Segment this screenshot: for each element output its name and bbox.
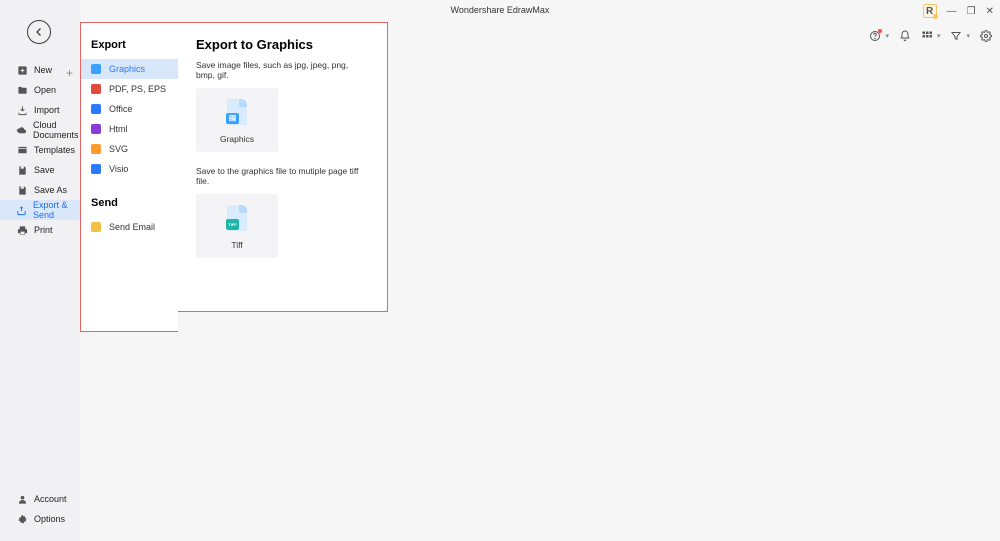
export-item-pdf[interactable]: PDF, PS, EPS [81,79,178,99]
settings-gear-icon[interactable] [980,30,992,42]
export-heading: Export [81,35,178,59]
html-icon [91,124,101,134]
sidebar-item-label: Templates [34,145,75,155]
sidebar-item-templates[interactable]: Templates [0,140,80,160]
cloud-icon [16,124,27,136]
chevron-down-icon[interactable]: ▾ [966,32,970,40]
sidebar-item-label: Save As [34,185,67,195]
export-item-visio[interactable]: Visio [81,159,178,179]
export-item-label: Send Email [109,222,155,232]
chevron-down-icon[interactable]: ▾ [885,32,889,40]
chevron-down-icon[interactable]: ▾ [937,32,941,40]
app-title: Wondershare EdrawMax [451,5,550,15]
export-item-label: Office [109,104,132,114]
export-item-label: Html [109,124,128,134]
sidebar-item-saveas[interactable]: Save As [0,180,80,200]
visio-icon [91,164,101,174]
export-content: Export to Graphics Save image files, suc… [178,22,388,312]
help-icon[interactable] [869,30,881,42]
card-label: Tiff [196,240,278,250]
content-desc: Save image files, such as jpg, jpeg, png… [196,60,369,80]
export-icon [16,204,27,216]
save-icon [16,164,28,176]
export-item-office[interactable]: Office [81,99,178,119]
content-title: Export to Graphics [196,37,369,52]
export-item-label: Visio [109,164,128,174]
sidebar-item-save[interactable]: Save [0,160,80,180]
sidebar-item-cloud[interactable]: Cloud Documents [0,120,80,140]
export-submenu: Export Graphics PDF, PS, EPS Office Html… [80,22,178,332]
template-icon [16,144,28,156]
pdf-icon [91,84,101,94]
export-item-html[interactable]: Html [81,119,178,139]
sidebar-item-label: Export & Send [33,200,80,220]
close-button[interactable]: ✕ [986,6,994,17]
print-icon [16,224,28,236]
sidebar-item-open[interactable]: Open [0,80,80,100]
import-icon [16,104,28,116]
tiff-file-icon: TIFF [223,204,251,232]
folder-icon [16,84,28,96]
plus-square-icon [16,64,28,76]
title-bar: Wondershare EdrawMax R — ❐ ✕ [0,0,1000,22]
email-icon [91,222,101,232]
export-item-svg[interactable]: SVG [81,139,178,159]
export-item-graphics[interactable]: Graphics [81,59,178,79]
filter-icon[interactable] [950,30,962,42]
header-toolbar: ▾ ▾ ▾ [869,30,992,42]
export-card-tiff[interactable]: TIFF Tiff [196,194,278,258]
graphics-icon [91,64,101,74]
sidebar-item-label: Save [34,165,55,175]
gear-icon [16,513,28,525]
sidebar-item-label: Options [34,514,65,524]
card-label: Graphics [196,134,278,144]
sidebar-item-label: Import [34,105,60,115]
file-menu-sidebar: New Open Import Cloud Documents Template… [0,0,80,541]
sidebar-item-label: Cloud Documents [33,120,80,140]
send-heading: Send [81,193,178,217]
export-item-label: SVG [109,144,128,154]
save-as-icon [16,184,28,196]
bell-icon[interactable] [899,30,911,42]
office-icon [91,104,101,114]
sidebar-item-options[interactable]: Options [0,509,80,529]
sidebar-item-label: Account [34,494,67,504]
export-item-label: Graphics [109,64,145,74]
sidebar-item-label: New [34,65,52,75]
minimize-button[interactable]: — [947,6,957,17]
sidebar-item-label: Open [34,85,56,95]
sidebar-item-print[interactable]: Print [0,220,80,240]
graphics-file-icon: 🖼 [223,98,251,126]
send-item-email[interactable]: Send Email [81,217,178,237]
sidebar-item-account[interactable]: Account [0,489,80,509]
svg-icon [91,144,101,154]
back-button[interactable] [27,20,51,44]
plus-icon: + [66,66,73,80]
sidebar-item-label: Print [34,225,53,235]
sidebar-item-export-send[interactable]: Export & Send [0,200,80,220]
content-desc: Save to the graphics file to mutiple pag… [196,166,369,186]
maximize-button[interactable]: ❐ [967,6,976,17]
sidebar-item-import[interactable]: Import [0,100,80,120]
user-icon [16,493,28,505]
user-badge[interactable]: R [923,4,937,18]
apps-icon[interactable] [921,30,933,42]
export-item-label: PDF, PS, EPS [109,84,166,94]
export-card-graphics[interactable]: 🖼 Graphics [196,88,278,152]
